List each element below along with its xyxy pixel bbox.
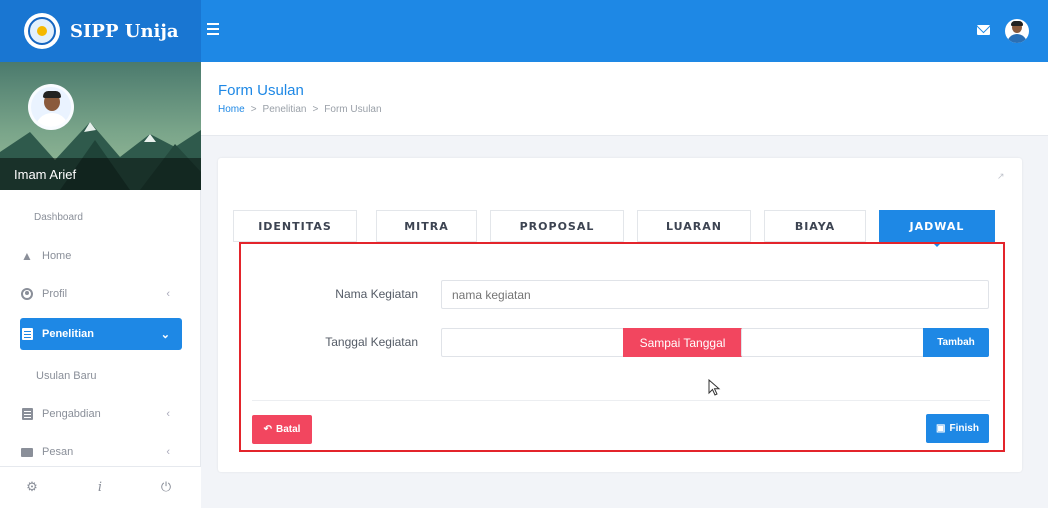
tanggal-kegiatan-label: Tanggal Kegiatan [325,335,418,349]
page-title: Form Usulan [218,82,304,99]
sidebar-item-home[interactable]: ▲ Home [20,240,182,272]
brand[interactable]: SIPP Unija [0,0,201,62]
sidebar-footer: ⚙ i ⏻ [0,466,201,508]
nama-kegiatan-label: Nama Kegiatan [335,287,418,301]
sidebar-item-label: Penelitian [42,328,94,340]
nama-kegiatan-input[interactable] [441,280,989,309]
undo-icon: ↶ [263,424,272,435]
user-icon [20,287,34,301]
end-date-input[interactable] [741,328,924,357]
mail-icon [20,445,34,459]
sidebar-item-label: Profil [42,288,68,300]
chevron-left-icon: ‹ [166,288,170,300]
breadcrumb-separator: > [312,104,319,115]
document-icon [20,327,34,341]
tab-jadwal[interactable]: JADWAL [879,210,995,247]
document-icon [20,407,34,421]
nav-section-label: Dashboard [34,212,83,223]
tab-proposal[interactable]: PROPOSAL [490,210,624,242]
breadcrumb: Home > Penelitian > Form Usulan [218,104,382,115]
chevron-left-icon: ‹ [166,446,170,458]
breadcrumb-home[interactable]: Home [218,104,245,115]
batal-button[interactable]: ↶ Batal [252,415,312,444]
mail-icon[interactable] [977,25,990,35]
batal-button-label: Batal [275,424,301,435]
breadcrumb-separator: > [250,104,257,115]
finish-button-label: Finish [949,423,979,434]
home-icon: ▲ [21,249,33,263]
breadcrumb-penelitian[interactable]: Penelitian [263,104,307,115]
settings-icon[interactable]: ⚙ [24,480,40,496]
tab-biaya[interactable]: BIAYA [764,210,866,242]
tab-mitra[interactable]: MITRA [376,210,477,242]
power-icon[interactable]: ⏻ [158,480,174,496]
tambah-button[interactable]: Tambah [923,328,989,357]
menu-toggle-icon[interactable] [207,18,229,40]
profile-banner: Imam Arief [0,62,201,190]
tab-identitas[interactable]: IDENTITAS [233,210,357,242]
profile-avatar[interactable] [28,84,74,130]
breadcrumb-current: Form Usulan [324,104,382,115]
sidebar: Imam Arief Dashboard ▲ Home Profil ‹ Pen… [0,62,201,508]
sidebar-item-label: Home [42,250,72,262]
chevron-left-icon: ‹ [166,408,170,420]
chevron-down-icon: ⌄ [160,328,170,341]
range-separator: Sampai Tanggal [623,328,742,357]
page-header: Form Usulan Home > Penelitian > Form Usu… [201,62,1048,136]
sidebar-item-pesan[interactable]: Pesan ‹ [20,436,182,468]
sidebar-item-label: Pesan [42,446,74,458]
university-logo-icon [24,13,60,49]
save-icon: ▣ [936,423,946,434]
tab-luaran[interactable]: LUARAN [637,210,751,242]
brand-name: SIPP Unija [70,20,179,42]
expand-icon[interactable]: ↗ [997,172,1005,182]
sidebar-item-profil[interactable]: Profil ‹ [20,278,182,310]
user-avatar[interactable] [1005,19,1029,43]
profile-name[interactable]: Imam Arief [14,167,76,182]
sidebar-item-pengabdian[interactable]: Pengabdian ‹ [20,398,182,430]
form-divider [252,400,990,401]
start-date-input[interactable] [441,328,624,357]
sidebar-subitem-usulan-baru[interactable]: Usulan Baru [36,370,97,382]
mouse-cursor-icon [708,379,721,396]
sidebar-item-penelitian[interactable]: Penelitian ⌄ [20,318,182,350]
finish-button[interactable]: ▣ Finish [926,414,989,443]
info-icon[interactable]: i [92,480,108,496]
sidebar-item-label: Pengabdian [42,408,101,420]
top-navbar: SIPP Unija [0,0,1048,62]
